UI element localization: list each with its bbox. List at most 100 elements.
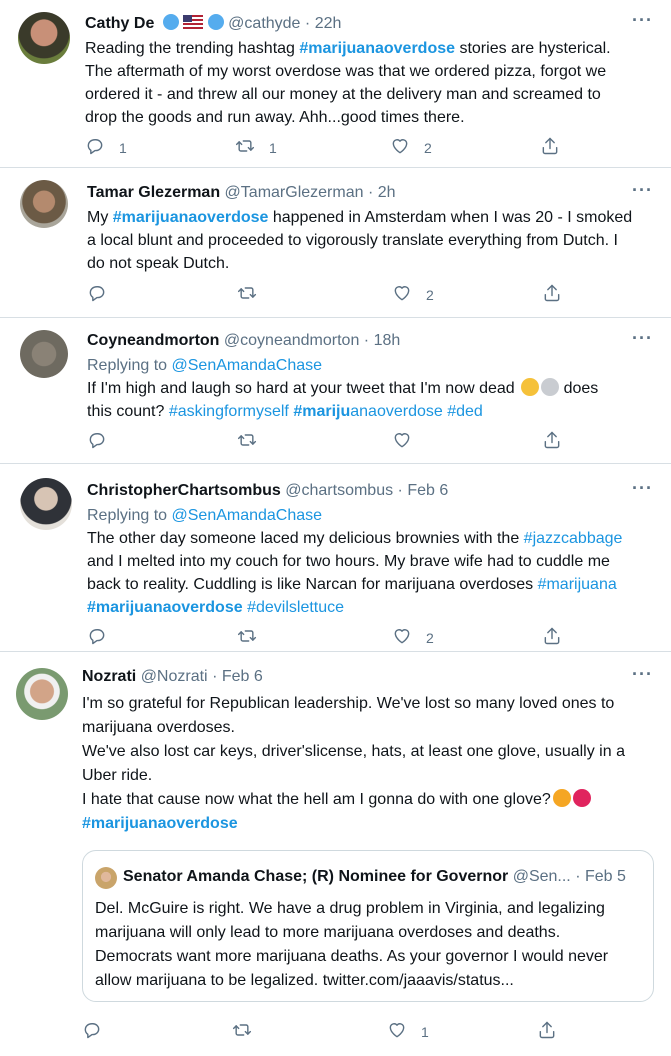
heart-icon bbox=[392, 283, 412, 306]
tweet-time[interactable]: 2h bbox=[378, 184, 396, 201]
hashtag-link[interactable]: #marijuanaoverdose bbox=[87, 599, 243, 616]
tweet-time[interactable]: 18h bbox=[374, 332, 401, 349]
hashtag-link[interactable]: #marijuanaoverdose bbox=[82, 815, 238, 832]
retweet-button[interactable]: 1 bbox=[235, 136, 277, 159]
hashtag-link[interactable]: #marijuanaoverdose bbox=[113, 209, 269, 226]
tweet-actions: 1 bbox=[82, 1020, 562, 1044]
author-handle[interactable]: @chartsombus bbox=[285, 482, 393, 499]
text: Reading the trending hashtag bbox=[85, 40, 300, 57]
tweet-time[interactable]: Feb 6 bbox=[222, 668, 263, 685]
text-line: The other day someone laced my delicious… bbox=[87, 527, 657, 550]
text-line: Reading the trending hashtag #marijuanao… bbox=[85, 37, 655, 60]
avatar[interactable] bbox=[16, 668, 68, 720]
tweet[interactable]: ChristopherChartsombus @chartsombus · Fe… bbox=[0, 464, 671, 652]
avatar[interactable] bbox=[20, 180, 68, 228]
tweet[interactable]: Coyneandmorton @coyneandmorton · 18h ···… bbox=[0, 318, 671, 464]
share-icon bbox=[542, 626, 562, 649]
like-button[interactable]: 1 bbox=[387, 1020, 429, 1043]
author-handle[interactable]: @cathyde bbox=[228, 15, 300, 32]
quoted-tweet-time: Feb 5 bbox=[584, 868, 626, 885]
more-icon[interactable]: ··· bbox=[632, 10, 653, 31]
text-line: I hate that cause now what the hell am I… bbox=[82, 788, 662, 812]
heart-icon bbox=[390, 136, 410, 159]
reply-button[interactable] bbox=[87, 626, 107, 649]
reply-icon bbox=[87, 626, 107, 649]
author-handle[interactable]: @Nozrati bbox=[141, 668, 208, 685]
retweet-button[interactable] bbox=[237, 283, 257, 306]
likes-count: 2 bbox=[426, 629, 434, 646]
like-button[interactable]: 2 bbox=[392, 283, 434, 306]
quoted-author-handle: @Sen... bbox=[512, 868, 571, 885]
hashtag-link[interactable]: #devilslettuce bbox=[247, 599, 344, 616]
share-button[interactable] bbox=[542, 283, 562, 306]
text-line: drop the goods and run away. Ahh...good … bbox=[85, 106, 655, 129]
text-line: My #marijuanaoverdose happened in Amster… bbox=[87, 206, 657, 229]
retweet-button[interactable] bbox=[232, 1020, 252, 1043]
like-button[interactable] bbox=[392, 430, 412, 453]
quoted-tweet[interactable]: Senator Amanda Chase; (R) Nominee for Go… bbox=[82, 850, 654, 1002]
quoted-line: Democrats want more marijuana deaths. As… bbox=[95, 948, 609, 965]
hashtag-link[interactable]: #mariju bbox=[293, 403, 350, 420]
text-line: this count? #askingformyself #marijuanao… bbox=[87, 400, 657, 423]
text-line: We've also lost car keys, driver'slicens… bbox=[82, 740, 662, 764]
hashtag-link[interactable]: #marijuanaoverdose bbox=[299, 40, 455, 57]
tweet-time[interactable]: 22h bbox=[315, 15, 342, 32]
author-name[interactable]: Tamar Glezerman bbox=[87, 184, 220, 201]
author-name[interactable]: ChristopherChartsombus bbox=[87, 482, 281, 499]
reply-button[interactable] bbox=[82, 1020, 102, 1043]
reply-button[interactable] bbox=[87, 430, 107, 453]
text-line: I'm so grateful for Republican leadershi… bbox=[82, 692, 662, 716]
author-name[interactable]: Cathy De bbox=[85, 15, 154, 32]
like-button[interactable]: 2 bbox=[390, 136, 432, 159]
share-button[interactable] bbox=[540, 136, 560, 159]
reply-button[interactable]: 1 bbox=[85, 136, 127, 159]
replies-count: 1 bbox=[119, 139, 127, 156]
avatar[interactable] bbox=[20, 478, 72, 530]
more-icon[interactable]: ··· bbox=[632, 478, 653, 499]
avatar[interactable] bbox=[18, 12, 70, 64]
text-line: Uber ride. bbox=[82, 764, 662, 788]
text-line: back to reality. Cuddling is like Narcan… bbox=[87, 573, 657, 596]
text-line: #marijuanaoverdose #devilslettuce bbox=[87, 596, 657, 619]
like-button[interactable]: 2 bbox=[392, 626, 434, 649]
share-icon bbox=[542, 430, 562, 453]
hashtag-link[interactable]: #marijuana bbox=[538, 576, 617, 593]
hashtag-link[interactable]: #ded bbox=[447, 403, 483, 420]
text: The aftermath of my worst overdose was t… bbox=[85, 63, 607, 80]
tweet-time[interactable]: Feb 6 bbox=[407, 482, 448, 499]
author-name[interactable]: Nozrati bbox=[82, 668, 136, 685]
share-button[interactable] bbox=[542, 626, 562, 649]
tweet[interactable]: Cathy De @cathyde · 22h ··· Reading the … bbox=[0, 0, 671, 168]
share-button[interactable] bbox=[537, 1020, 557, 1043]
hashtag-link[interactable]: #jazzcabbage bbox=[524, 530, 623, 547]
share-button[interactable] bbox=[542, 430, 562, 453]
reply-icon bbox=[85, 136, 105, 159]
retweet-icon bbox=[237, 283, 257, 306]
share-icon bbox=[540, 136, 560, 159]
text: stories are hysterical. bbox=[455, 40, 611, 57]
retweet-button[interactable] bbox=[237, 430, 257, 453]
more-icon[interactable]: ··· bbox=[632, 328, 653, 349]
replying-to-handle[interactable]: @SenAmandaChase bbox=[172, 507, 323, 524]
quoted-author-name: Senator Amanda Chase; (R) Nominee for Go… bbox=[123, 868, 509, 885]
hashtag-link[interactable]: #askingformyself bbox=[169, 403, 289, 420]
replying-to: Replying to @SenAmandaChase bbox=[87, 504, 657, 527]
retweet-button[interactable] bbox=[237, 626, 257, 649]
author-handle[interactable]: @TamarGlezerman bbox=[225, 184, 364, 201]
heart-icon bbox=[387, 1020, 407, 1043]
replying-to-handle[interactable]: @SenAmandaChase bbox=[172, 357, 323, 374]
more-icon[interactable]: ··· bbox=[632, 180, 653, 201]
likes-count: 2 bbox=[424, 139, 432, 156]
hashtag-link[interactable]: anaoverdose bbox=[350, 403, 443, 420]
emoji bbox=[552, 789, 571, 807]
more-icon[interactable]: ··· bbox=[632, 664, 653, 685]
text: and I melted into my couch for two hours… bbox=[87, 553, 610, 570]
avatar[interactable] bbox=[20, 330, 68, 378]
tweet[interactable]: Tamar Glezerman @TamarGlezerman · 2h ···… bbox=[0, 168, 671, 318]
retweet-icon bbox=[237, 430, 257, 453]
author-name[interactable]: Coyneandmorton bbox=[87, 332, 219, 349]
tweet-text: My #marijuanaoverdose happened in Amster… bbox=[87, 206, 657, 275]
author-handle[interactable]: @coyneandmorton bbox=[224, 332, 359, 349]
tweet[interactable]: Nozrati @Nozrati · Feb 6 ··· I'm so grat… bbox=[0, 652, 671, 1056]
reply-button[interactable] bbox=[87, 283, 107, 306]
